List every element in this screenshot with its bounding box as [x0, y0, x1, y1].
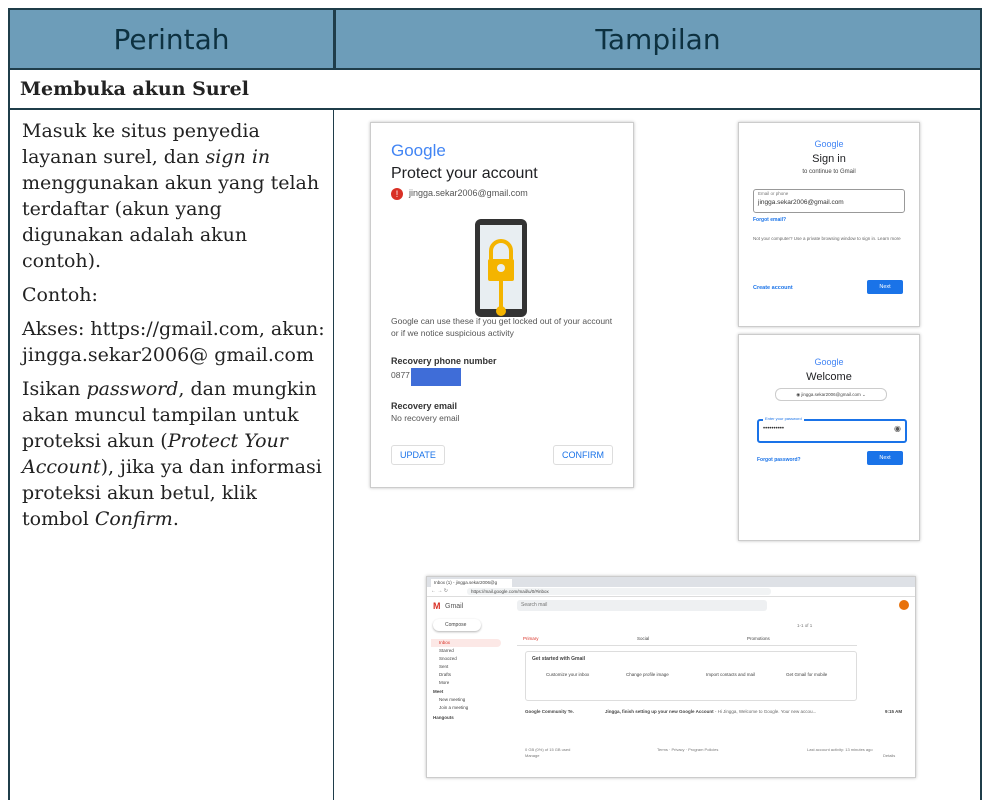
- show-password-icon[interactable]: ◉: [894, 424, 901, 433]
- welcome-screenshot: Google Welcome ◉ jingga.sekar2006@gmail.…: [738, 334, 920, 541]
- sidebar-item-more[interactable]: More: [431, 679, 501, 687]
- footer-activity: Last account activity: 13 minutes ago: [807, 747, 873, 752]
- chevron-down-icon: ⌄: [860, 392, 866, 397]
- instruction-column: Masuk ke situs penyedia layanan surel, d…: [8, 110, 334, 800]
- signin-screenshot: Google Sign in to continue to Gmail Emai…: [738, 122, 920, 327]
- mail-snippet: - Hi Jingga, Welcome to Google. Your new…: [713, 709, 817, 714]
- recovery-email-label: Recovery email: [391, 401, 458, 411]
- email-field[interactable]: Email or phone jingga.sekar2006@gmail.co…: [753, 189, 905, 213]
- header-tampilan: Tampilan: [334, 8, 982, 70]
- avatar[interactable]: [899, 600, 909, 610]
- protect-account-screenshot: Google Protect your account ! jingga.sek…: [370, 122, 634, 488]
- tab-primary[interactable]: Primary: [523, 636, 539, 641]
- phone-lock-icon: [475, 219, 527, 317]
- sidebar-item-drafts[interactable]: Drafts: [431, 671, 501, 679]
- started-import[interactable]: Import contacts and mail: [706, 672, 766, 677]
- browser-tab[interactable]: Inbox (1) - jingga.sekar2006@g: [431, 579, 512, 587]
- inbox-tabs: Primary Social Promotions: [517, 633, 857, 646]
- email-field-value: jingga.sekar2006@gmail.com: [758, 199, 844, 206]
- started-customize[interactable]: Customize your inbox: [546, 672, 606, 677]
- welcome-title: Welcome: [806, 371, 852, 383]
- started-profile[interactable]: Change profile image: [626, 672, 686, 677]
- sidebar-item-inbox[interactable]: Inbox: [431, 639, 501, 647]
- google-logo: Google: [814, 139, 844, 149]
- google-logo: Google: [391, 141, 446, 160]
- mail-sender: Google Community Te.: [525, 709, 574, 714]
- gmail-logo-icon: M: [433, 601, 441, 611]
- sidebar-item-starred[interactable]: Starred: [431, 647, 501, 655]
- started-mobile[interactable]: Get Gmail for mobile: [786, 672, 846, 677]
- update-button[interactable]: UPDATE: [391, 445, 445, 465]
- account-chip[interactable]: ◉ jingga.sekar2006@gmail.com ⌄: [775, 388, 887, 401]
- create-account-link[interactable]: Create account: [753, 285, 793, 291]
- gmail-sidebar: Inbox Starred Snoozed Sent Drafts More M…: [431, 639, 501, 724]
- protect-email: jingga.sekar2006@gmail.com: [409, 188, 528, 198]
- recovery-phone-value: 0877: [391, 370, 410, 380]
- browser-tabbar: Inbox (1) - jingga.sekar2006@g: [427, 577, 915, 587]
- meet-join-meeting[interactable]: Join a meeting: [431, 704, 501, 712]
- footer-manage-link[interactable]: Manage: [525, 753, 539, 758]
- tab-social[interactable]: Social: [637, 636, 649, 641]
- get-started-title: Get started with Gmail: [532, 656, 586, 662]
- header-perintah: Perintah: [8, 8, 334, 70]
- instruction-paragraph-2: Contoh:: [22, 284, 98, 306]
- mail-row[interactable]: Google Community Te. Jingga, finish setti…: [525, 707, 907, 717]
- footer-links[interactable]: Terms · Privacy · Program Policies: [657, 747, 718, 752]
- protect-title: Protect your account: [391, 165, 538, 182]
- signin-title: Sign in: [812, 153, 846, 165]
- recovery-phone-label: Recovery phone number: [391, 356, 497, 366]
- forgot-password-link[interactable]: Forgot password?: [757, 457, 801, 463]
- pagination: 1-1 of 1: [797, 623, 813, 628]
- meet-new-meeting[interactable]: New meeting: [431, 696, 501, 704]
- password-field-value: ••••••••••: [763, 426, 785, 432]
- instruction-text: Isikan: [22, 378, 87, 400]
- get-started-card: Get started with Gmail Customize your in…: [525, 651, 857, 701]
- instruction-text: menggunakan akun yang telah terdaftar (a…: [22, 172, 320, 272]
- forgot-email-link[interactable]: Forgot email?: [753, 217, 786, 223]
- email-field-label: Email or phone: [758, 191, 789, 196]
- signin-subtitle: to continue to Gmail: [802, 169, 856, 175]
- section-title: Membuka akun Surel: [8, 70, 982, 110]
- password-field-label: Enter your password: [763, 416, 804, 421]
- sidebar-item-snoozed[interactable]: Snoozed: [431, 655, 501, 663]
- hangouts-label: Hangouts: [433, 715, 454, 720]
- nav-arrows-icon[interactable]: ← → ↻: [431, 588, 448, 594]
- instruction-paragraph-3: Akses: https://gmail.com, akun: jingga.s…: [22, 318, 325, 366]
- footer-storage: 0 GB (0%) of 15 GB used: [525, 747, 571, 752]
- instruction-paragraph-1: Masuk ke situs penyedia layanan surel, d…: [22, 118, 327, 274]
- guest-note: Not your computer? Use a private browsin…: [753, 236, 901, 241]
- url-field[interactable]: https://mail.google.com/mail/u/0/#inbox: [467, 588, 771, 595]
- confirm-button[interactable]: CONFIRM: [553, 445, 613, 465]
- account-chip-label: jingga.sekar2006@gmail.com: [801, 392, 861, 397]
- redacted-phone-bar: [411, 368, 461, 386]
- search-input[interactable]: Search mail: [517, 600, 767, 611]
- tab-promotions[interactable]: Promotions: [747, 636, 770, 641]
- footer-details-link[interactable]: Details: [883, 753, 895, 758]
- instruction-emphasis: password: [86, 378, 179, 400]
- address-bar: ← → ↻ https://mail.google.com/mail/u/0/#…: [427, 587, 915, 597]
- instruction-paragraph-4: Isikan password, dan mungkin akan muncul…: [22, 376, 327, 532]
- meet-label: Meet: [433, 689, 444, 694]
- next-button[interactable]: Next: [867, 280, 903, 294]
- recovery-email-value: No recovery email: [391, 413, 460, 423]
- mail-time: 9:15 AM: [885, 709, 903, 714]
- search-placeholder: Search mail: [521, 602, 548, 608]
- warning-icon: !: [391, 188, 403, 200]
- next-button[interactable]: Next: [867, 451, 903, 465]
- protect-description: Google can use these if you get locked o…: [391, 316, 613, 338]
- mail-subject: Jingga, finish setting up your new Googl…: [605, 709, 714, 714]
- sidebar-item-sent[interactable]: Sent: [431, 663, 501, 671]
- instruction-text: .: [172, 508, 179, 530]
- password-field[interactable]: Enter your password •••••••••• ◉: [757, 416, 907, 443]
- gmail-inbox-screenshot: Inbox (1) - jingga.sekar2006@g ← → ↻ htt…: [426, 576, 916, 778]
- google-logo: Google: [814, 357, 844, 367]
- compose-button[interactable]: Compose: [433, 619, 481, 631]
- instruction-emphasis: Confirm: [94, 508, 173, 530]
- gmail-app-name: Gmail: [445, 603, 464, 610]
- instruction-emphasis: sign in: [205, 146, 271, 168]
